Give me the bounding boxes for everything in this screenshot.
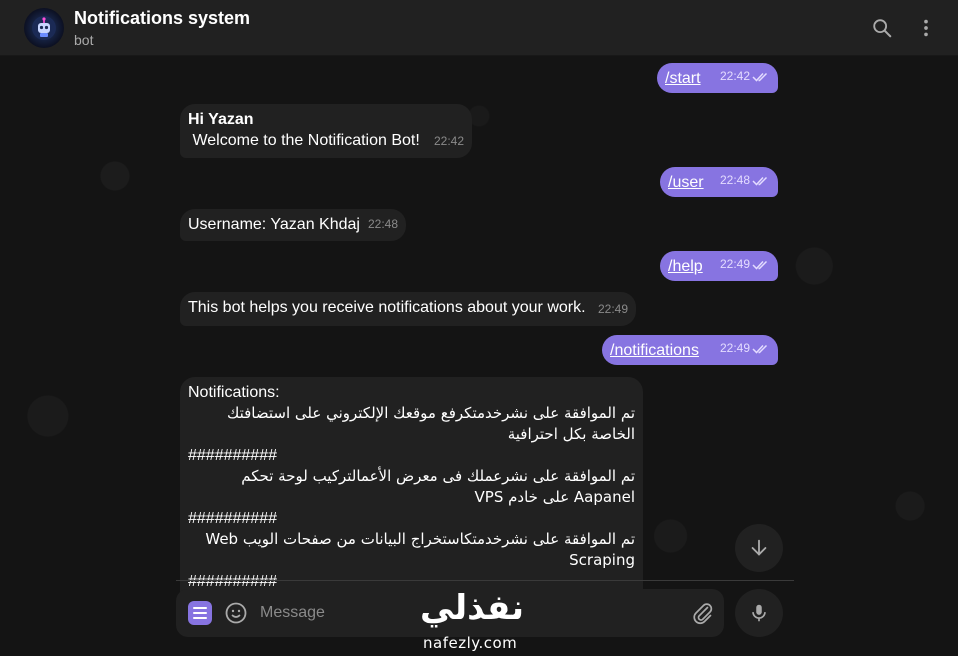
bot-menu-button[interactable] [188,601,212,625]
message-meta: 22:42 [720,66,770,87]
voice-record-button[interactable] [735,589,783,637]
command-link[interactable]: /notifications [610,342,699,359]
message-incoming[interactable]: This bot helps you receive notifications… [180,292,636,326]
notification-item: تم الموافقة على نشرخدمتكاستخراج البيانات… [205,530,635,569]
command-link[interactable]: /start [665,70,701,87]
menu-icon [193,607,207,619]
message-time: 22:42 [433,134,464,148]
command-link[interactable]: /user [668,174,704,191]
chat-header: Notifications system bot [0,0,958,56]
mic-icon [752,604,766,622]
message-time: 22:48 [367,217,398,231]
message-incoming[interactable]: Hi Yazan Welcome to the Notification Bot… [180,104,472,158]
more-vert-icon [924,19,928,37]
watermark-url: nafezly.com [423,634,518,652]
message-text: This bot helps you receive notifications… [188,299,586,316]
composer-divider [176,580,794,581]
attach-icon [693,603,713,625]
emoji-icon [225,602,247,624]
more-options-button[interactable] [910,12,942,44]
message-meta: 22:49 [720,254,770,275]
message-text: Hi Yazan [188,111,254,128]
separator-text: ########## [188,447,277,464]
message-meta: 22:48 [720,170,770,191]
separator-text: ########## [188,510,277,527]
scroll-down-button[interactable] [735,524,783,572]
message-incoming[interactable]: Username: Yazan Khdaj 22:48 [180,209,406,241]
notification-item: تم الموافقة على نشرعملك فى معرض الأعمالت… [241,467,635,506]
notification-item: تم الموافقة على نشرخدمتكرفع موقعك الإلكت… [226,404,635,443]
message-incoming-notifications[interactable]: Notifications: تم الموافقة على نشرخدمتكر… [180,377,643,592]
bot-avatar[interactable] [24,8,64,48]
message-list[interactable]: /start 22:42 Hi Yazan Welcome to the Not… [0,56,958,656]
chat-title[interactable]: Notifications system [74,8,250,29]
message-outgoing[interactable]: /user 22:48 [660,167,778,197]
emoji-button[interactable] [224,601,248,625]
robot-icon [32,16,56,40]
message-outgoing[interactable]: /help 22:49 [660,251,778,281]
message-outgoing[interactable]: /start 22:42 [657,63,778,93]
double-check-icon [752,260,768,270]
message-text: Welcome to the Notification Bot! [188,132,420,149]
watermark-logo: نفذلي [420,588,525,628]
notifications-heading: Notifications: [188,384,280,401]
message-time: 22:42 [719,69,750,83]
double-check-icon [752,72,768,82]
search-button[interactable] [866,12,898,44]
message-meta: 22:49 [720,338,770,359]
command-link[interactable]: /help [668,258,703,275]
message-time: 22:49 [719,257,750,271]
chat-subtitle: bot [74,32,94,48]
double-check-icon [752,344,768,354]
arrow-down-icon [751,539,767,556]
attach-button[interactable] [691,601,715,625]
message-time: 22:49 [597,302,628,316]
message-time: 22:48 [719,173,750,187]
message-text: Username: Yazan Khdaj [188,216,360,233]
message-time: 22:49 [719,341,750,355]
message-outgoing[interactable]: /notifications 22:49 [602,335,778,365]
double-check-icon [752,176,768,186]
search-icon [873,19,892,38]
